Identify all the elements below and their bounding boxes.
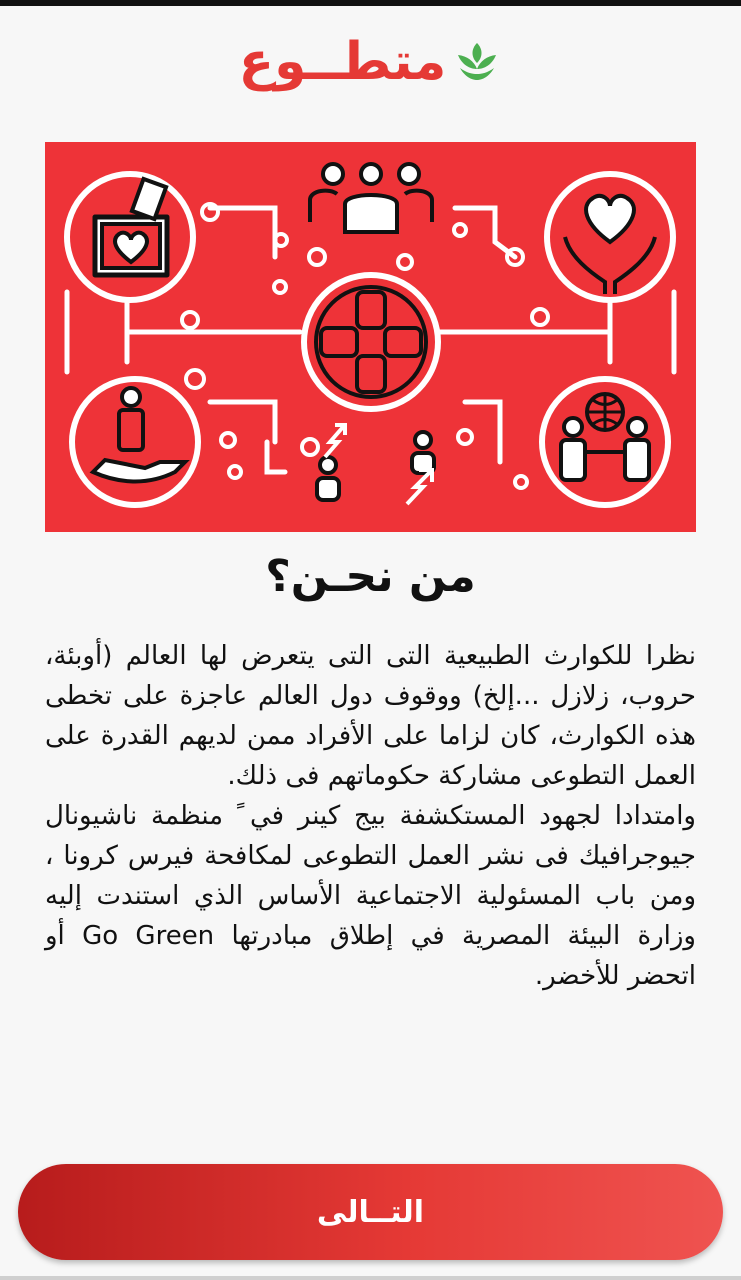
next-button[interactable]: التــالى [18,1164,723,1260]
about-text: نظرا للكوارث الطبيعية التى التى يتعرض له… [45,636,696,996]
status-bar [0,0,741,6]
hero-illustration [45,142,696,532]
page-title: من نحـن؟ [265,551,476,602]
nav-bar-line [0,1276,741,1280]
leaf-icon [452,35,502,89]
paragraph: نظرا للكوارث الطبيعية التى التى يتعرض له… [45,641,696,791]
logo-text: متطــوع [238,32,447,92]
app-logo: متطــوع [0,22,741,102]
paragraph: وامتدادا لجهود المستكشفة بيج كينر في ً م… [45,801,696,991]
